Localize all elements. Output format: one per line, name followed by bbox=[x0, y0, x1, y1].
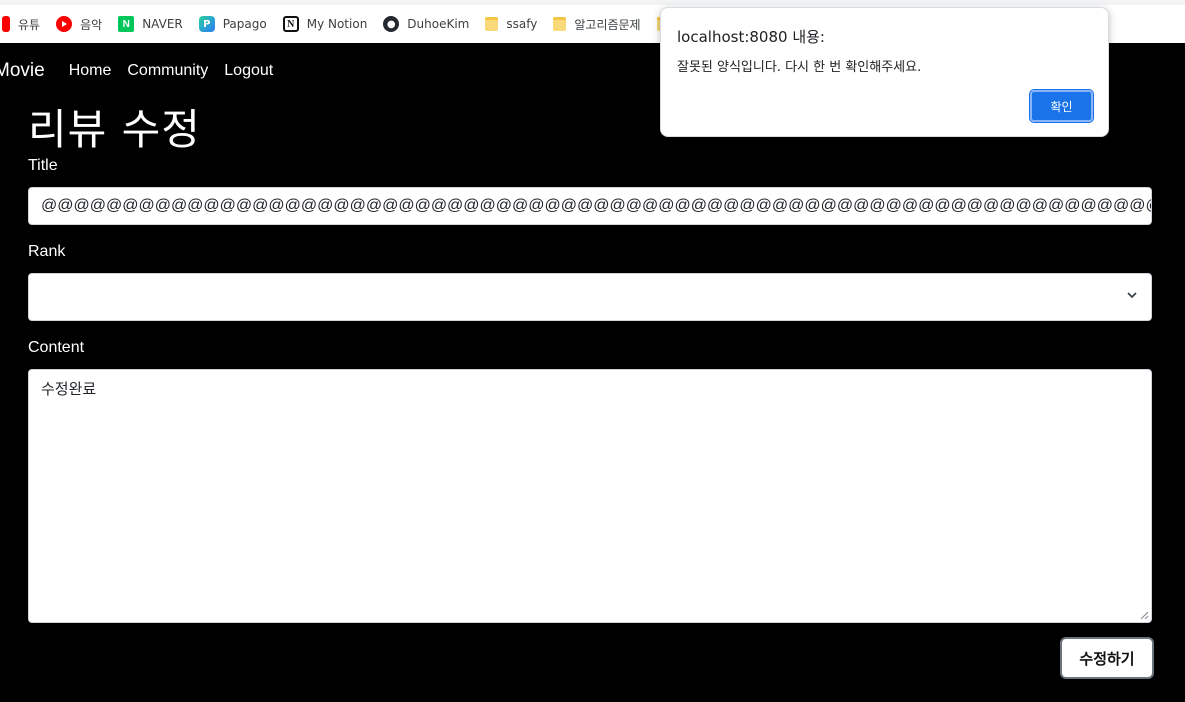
bookmark-label: Papago bbox=[222, 17, 267, 31]
bookmark-label: ssafy bbox=[506, 17, 538, 31]
bookmark-notion[interactable]: N My Notion bbox=[275, 12, 376, 36]
bookmark-label: My Notion bbox=[306, 17, 368, 31]
nav-link-community[interactable]: Community bbox=[127, 62, 208, 80]
title-input[interactable]: @@@@@@@@@@@@@@@@@@@@@@@@@@@@@@@@@@@@@@@@… bbox=[28, 187, 1152, 225]
content-label: Content bbox=[28, 339, 85, 356]
page-title: 리뷰 수정 bbox=[28, 105, 201, 154]
papago-icon: P bbox=[198, 16, 215, 32]
nav-link-home[interactable]: Home bbox=[69, 62, 112, 80]
alert-dialog: localhost:8080 내용: 잘못된 양식입니다. 다시 한 번 확인해… bbox=[660, 7, 1109, 137]
youtube-icon bbox=[2, 16, 10, 32]
bookmark-algorithm[interactable]: 알고리즘문제 bbox=[545, 12, 648, 36]
rank-select[interactable] bbox=[28, 273, 1152, 321]
content-text: 수정완료 bbox=[41, 380, 97, 398]
bookmark-github[interactable]: ● DuhoeKim bbox=[375, 12, 477, 36]
notion-icon: N bbox=[282, 16, 299, 32]
dialog-message: 잘못된 양식입니다. 다시 한 번 확인해주세요. bbox=[677, 60, 922, 75]
naver-icon: N bbox=[118, 16, 135, 32]
bookmark-label: DuhoeKim bbox=[407, 17, 470, 31]
content-textarea[interactable]: 수정완료 bbox=[28, 369, 1152, 623]
youtube-music-icon bbox=[56, 16, 73, 32]
brand-logo[interactable]: Movie bbox=[0, 60, 45, 82]
bookmark-ssafy[interactable]: ssafy bbox=[477, 12, 545, 36]
rank-label: Rank bbox=[28, 243, 66, 260]
folder-icon bbox=[553, 17, 567, 31]
chevron-down-icon bbox=[1127, 292, 1137, 299]
bookmark-naver[interactable]: N NAVER bbox=[110, 12, 191, 36]
bookmark-label: NAVER bbox=[142, 17, 183, 31]
title-label: Title bbox=[28, 157, 58, 174]
bookmark-label: 음악 bbox=[80, 17, 103, 32]
bookmark-label: 유튜 bbox=[18, 17, 41, 32]
site-nav: Movie Home Community Logout bbox=[0, 58, 289, 84]
bookmark-youtube[interactable]: 유튜 bbox=[0, 12, 48, 36]
dialog-origin: localhost:8080 내용: bbox=[677, 28, 825, 46]
folder-icon bbox=[485, 17, 499, 31]
resize-grip-icon[interactable] bbox=[1140, 611, 1149, 620]
bookmark-label: 알고리즘문제 bbox=[574, 17, 641, 32]
github-icon: ● bbox=[383, 16, 400, 32]
bookmark-music[interactable]: 음악 bbox=[48, 12, 110, 36]
nav-link-logout[interactable]: Logout bbox=[224, 62, 273, 80]
dialog-ok-button[interactable]: 확인 bbox=[1029, 89, 1094, 123]
submit-button[interactable]: 수정하기 bbox=[1060, 637, 1154, 679]
bookmark-papago[interactable]: P Papago bbox=[191, 12, 275, 36]
